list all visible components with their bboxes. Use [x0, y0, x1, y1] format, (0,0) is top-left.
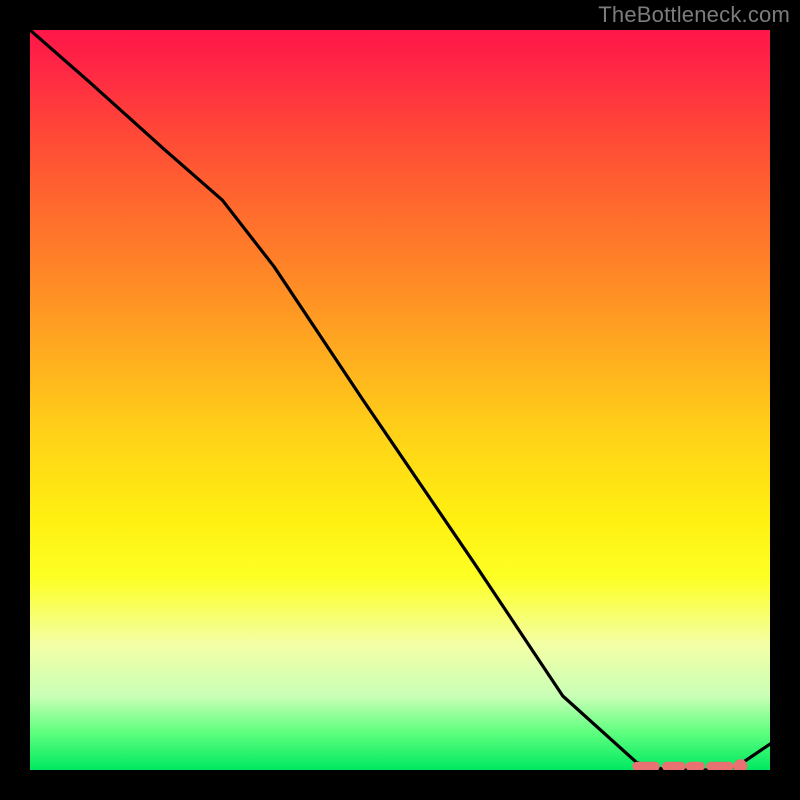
chart-svg — [30, 30, 770, 770]
chart-frame: TheBottleneck.com — [0, 0, 800, 800]
plot-area — [30, 30, 770, 770]
bottleneck-curve — [30, 30, 770, 770]
watermark-text: TheBottleneck.com — [598, 2, 790, 28]
